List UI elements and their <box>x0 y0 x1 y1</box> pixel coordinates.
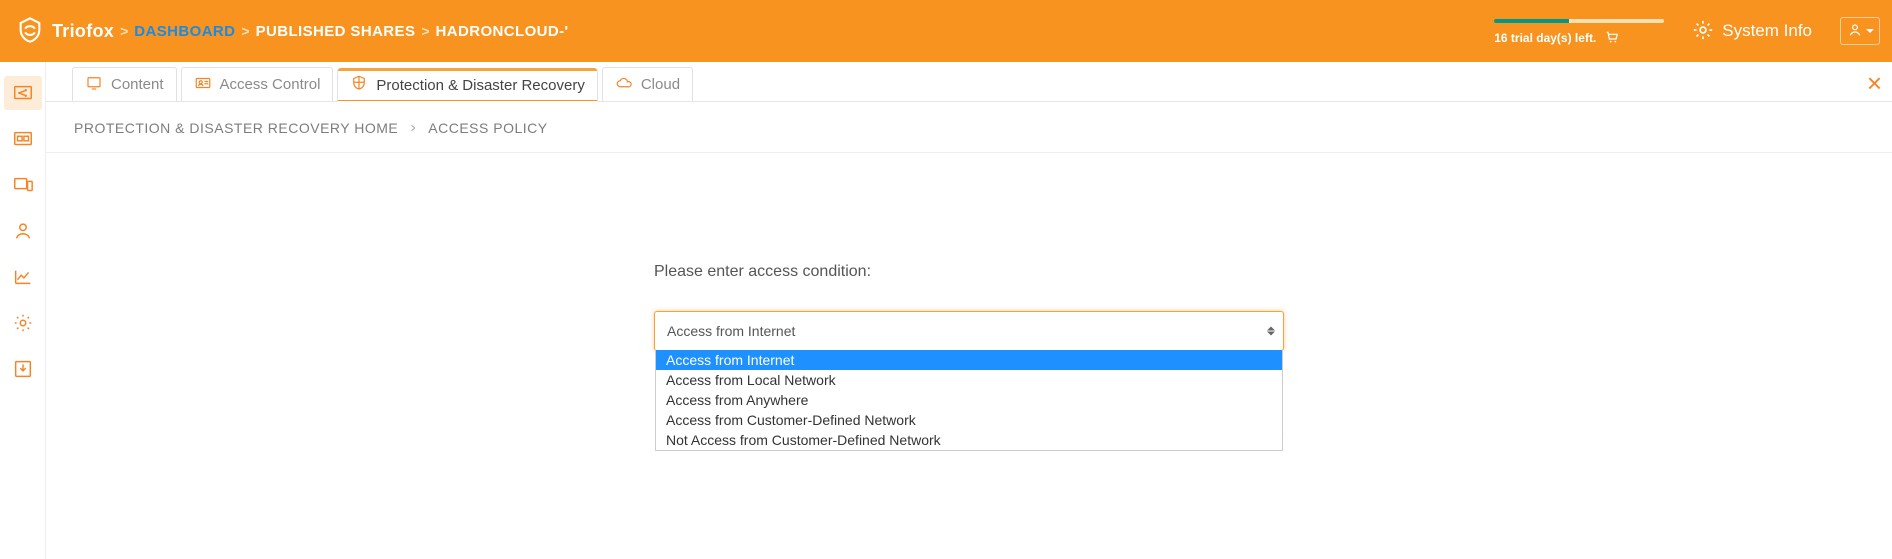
rail-item-share[interactable] <box>4 76 42 110</box>
id-card-icon <box>194 74 212 96</box>
user-menu-button[interactable] <box>1840 17 1880 45</box>
tab-access-control[interactable]: Access Control <box>181 67 334 101</box>
rail-item-devices[interactable] <box>4 168 42 202</box>
trial-status[interactable]: 16 trial day(s) left. <box>1494 15 1664 48</box>
tab-access-control-label: Access Control <box>220 76 321 93</box>
select-option[interactable]: Access from Local Network <box>656 370 1282 390</box>
side-rail <box>0 62 46 559</box>
tab-content-label: Content <box>111 76 164 93</box>
close-icon[interactable]: × <box>1867 68 1882 99</box>
sub-breadcrumb: PROTECTION & DISASTER RECOVERY HOME ACCE… <box>46 102 1892 153</box>
tab-protection[interactable]: Protection & Disaster Recovery <box>337 68 597 102</box>
logo-icon <box>16 16 44 47</box>
select-option[interactable]: Access from Anywhere <box>656 390 1282 410</box>
cloud-icon <box>615 74 633 96</box>
sub-breadcrumb-home[interactable]: PROTECTION & DISASTER RECOVERY HOME <box>74 120 398 136</box>
select-option[interactable]: Access from Internet <box>656 350 1282 370</box>
select-option[interactable]: Access from Customer-Defined Network <box>656 410 1282 430</box>
trial-text: 16 trial day(s) left. <box>1494 31 1596 45</box>
breadcrumb-dashboard[interactable]: DASHBOARD <box>134 23 235 40</box>
rail-item-settings[interactable] <box>4 306 42 340</box>
trial-progress-bar <box>1494 19 1664 23</box>
breadcrumb-sep: > <box>421 23 429 39</box>
tab-content[interactable]: Content <box>72 67 177 101</box>
brand-name: Triofox <box>52 21 114 42</box>
main-panel: Content Access Control Protection & Disa… <box>46 62 1892 559</box>
form-prompt: Please enter access condition: <box>654 263 1284 281</box>
select-value: Access from Internet <box>667 323 795 339</box>
breadcrumb-sep: > <box>241 23 249 39</box>
chevron-right-icon <box>408 120 418 136</box>
breadcrumb-share-name[interactable]: HADRONCLOUD-' <box>436 23 569 40</box>
access-condition-select[interactable]: Access from Internet Access from Interne… <box>654 311 1284 351</box>
tab-cloud-label: Cloud <box>641 76 680 93</box>
topbar: Triofox > DASHBOARD > PUBLISHED SHARES >… <box>0 0 1892 62</box>
select-dropdown: Access from InternetAccess from Local Ne… <box>655 350 1283 451</box>
gear-icon <box>1692 19 1714 44</box>
tab-protection-label: Protection & Disaster Recovery <box>376 77 584 94</box>
sort-icon <box>1267 327 1275 336</box>
select-option[interactable]: Not Access from Customer-Defined Network <box>656 430 1282 450</box>
system-info-label: System Info <box>1722 21 1812 41</box>
rail-item-users[interactable] <box>4 214 42 248</box>
select-display[interactable]: Access from Internet <box>655 312 1283 350</box>
content-icon <box>85 74 103 96</box>
system-info-button[interactable]: System Info <box>1692 19 1812 44</box>
topbar-right: 16 trial day(s) left. System Info <box>1494 15 1882 48</box>
breadcrumb-published-shares[interactable]: PUBLISHED SHARES <box>256 23 416 40</box>
brand-logo[interactable]: Triofox <box>16 16 114 47</box>
rail-item-download[interactable] <box>4 352 42 386</box>
rail-item-reports[interactable] <box>4 260 42 294</box>
chevron-down-icon <box>1866 29 1874 33</box>
shield-icon <box>350 74 368 96</box>
tabs-row: Content Access Control Protection & Disa… <box>46 62 1892 102</box>
tab-cloud[interactable]: Cloud <box>602 67 693 101</box>
user-icon <box>1847 22 1863 41</box>
cart-icon[interactable] <box>1604 29 1620 48</box>
breadcrumb-sep: > <box>120 23 128 39</box>
rail-item-storage[interactable] <box>4 122 42 156</box>
sub-breadcrumb-current: ACCESS POLICY <box>428 120 547 136</box>
form-area: Please enter access condition: Access fr… <box>46 153 1892 437</box>
